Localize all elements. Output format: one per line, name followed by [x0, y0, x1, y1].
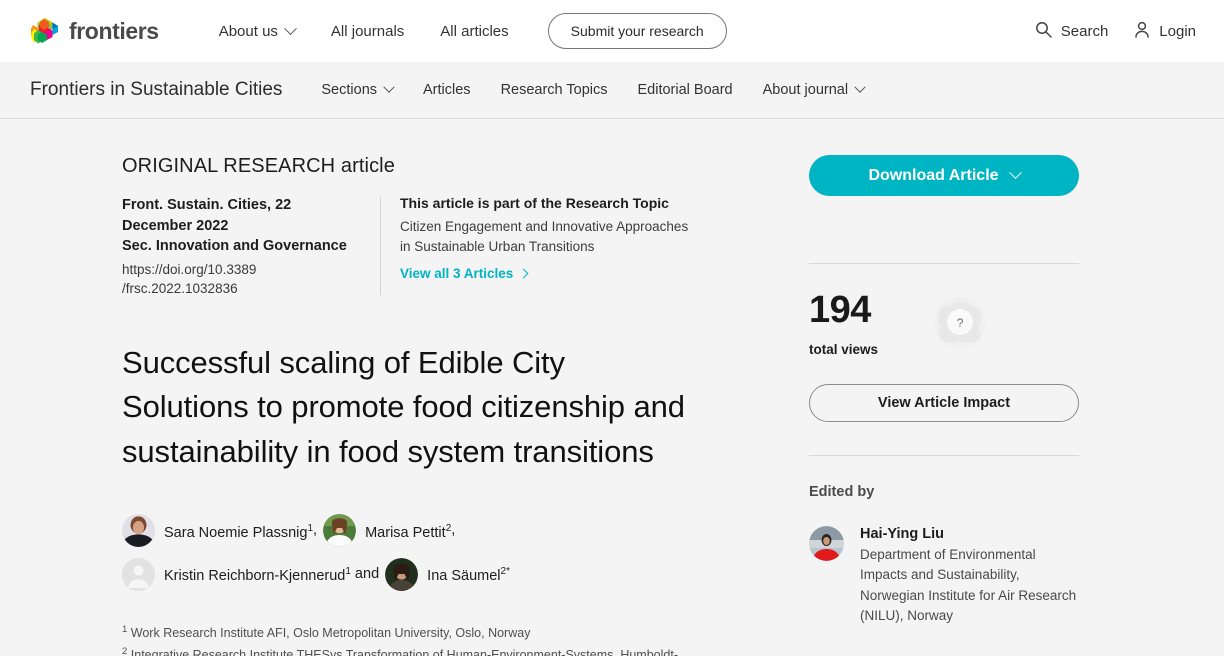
download-article-button[interactable]: Download Article [809, 155, 1079, 196]
citation-line-2: December 2022 [122, 217, 229, 234]
global-header: frontiers About us All journals All arti… [0, 0, 1224, 62]
journal-title[interactable]: Frontiers in Sustainable Cities [30, 79, 282, 101]
author-item: Kristin Reichborn-Kjennerud1 and [122, 557, 383, 591]
view-article-impact-button[interactable]: View Article Impact [809, 384, 1079, 422]
chevron-down-icon [284, 21, 297, 35]
article-doi-line-1[interactable]: https://doi.org/10.3389 [122, 260, 360, 280]
page-body: ORIGINAL RESEARCH article Front. Sustain… [0, 119, 1224, 656]
affiliation-item: 2 Integrative Research Institute THESys … [122, 644, 690, 656]
article-metrics-block: 194 total views ? [809, 291, 1079, 357]
affiliation-item: 1 Work Research Institute AFI, Oslo Metr… [122, 622, 690, 643]
nav-label: About us [218, 22, 278, 40]
author-name[interactable]: Kristin Reichborn-Kjennerud1 [164, 567, 351, 585]
search-icon [1035, 21, 1052, 42]
author-separator: , [451, 522, 456, 539]
author-separator: and [350, 566, 380, 583]
edited-by-label: Edited by [809, 484, 875, 500]
search-button[interactable]: Search [1035, 21, 1109, 42]
journal-nav-label: About journal [762, 82, 849, 98]
editor-avatar[interactable] [809, 526, 844, 561]
citation-section: Sec. Innovation and Governance [122, 238, 347, 255]
view-all-articles-link[interactable]: View all 3 Articles [400, 266, 529, 282]
affiliation-sup: 2 [122, 645, 128, 656]
journal-nav: Sections Articles Research Topics Editor… [306, 74, 879, 106]
author-name[interactable]: Sara Noemie Plassnig1 [164, 523, 313, 541]
article-doi-line-2[interactable]: /frsc.2022.1032836 [122, 279, 360, 299]
login-label: Login [1159, 22, 1196, 40]
author-name[interactable]: Marisa Pettit2 [365, 523, 451, 541]
login-button[interactable]: Login [1134, 21, 1196, 42]
author-list: Sara Noemie Plassnig1, Marisa Pettit2, K… [122, 509, 690, 597]
affiliation-text: Work Research Institute AFI, Oslo Metrop… [130, 626, 531, 641]
search-label: Search [1060, 22, 1109, 40]
citation-line-1: Front. Sustain. Cities, 22 [122, 197, 292, 213]
article-sidebar: Download Article 194 total views ? View … [710, 155, 1110, 656]
article-impact-swirl-icon[interactable]: ? [930, 293, 990, 353]
research-topic-block: This article is part of the Research Top… [381, 195, 690, 299]
avatar[interactable] [122, 514, 155, 548]
nav-label: All journals [330, 22, 405, 40]
article-meta-row: Front. Sustain. Cities, 22 December 2022… [122, 195, 690, 299]
affiliation-list: 1 Work Research Institute AFI, Oslo Metr… [122, 622, 690, 656]
nav-item-all-articles[interactable]: All articles [422, 15, 526, 48]
views-group: 194 total views [809, 291, 878, 357]
author-name[interactable]: Ina Säumel2* [427, 566, 510, 585]
submit-your-research-button[interactable]: Submit your research [547, 13, 727, 49]
nav-label: All articles [440, 22, 509, 40]
research-topic-name[interactable]: Citizen Engagement and Innovative Approa… [400, 217, 690, 256]
article-title: Successful scaling of Edible City Soluti… [122, 344, 685, 470]
download-article-label: Download Article [868, 166, 999, 184]
journal-nav-label: Sections [321, 82, 378, 98]
journal-nav-label: Research Topics [500, 82, 608, 98]
author-separator: , [313, 522, 318, 539]
article-type-label: ORIGINAL RESEARCH article [122, 155, 395, 177]
author-name-text: Kristin Reichborn-Kjennerud [164, 568, 346, 585]
author-name-text: Ina Säumel [427, 568, 501, 585]
impact-badge-question-mark: ? [956, 316, 964, 330]
frontiers-logo-link[interactable]: frontiers [30, 16, 159, 46]
nav-item-about-us[interactable]: About us [201, 15, 313, 48]
chevron-down-icon [854, 81, 866, 93]
journal-nav-item-editorial-board[interactable]: Editorial Board [623, 74, 748, 106]
article-main-column: ORIGINAL RESEARCH article Front. Sustain… [30, 155, 710, 656]
journal-nav-label: Articles [423, 82, 471, 98]
frontiers-flower-logo-icon [30, 16, 60, 46]
author-affil-sup: 2* [500, 566, 510, 578]
journal-nav-item-articles[interactable]: Articles [408, 74, 486, 106]
chevron-right-icon [518, 268, 529, 279]
author-name-text: Sara Noemie Plassnig [164, 524, 308, 541]
journal-nav-label: Editorial Board [637, 82, 733, 98]
research-topic-heading: This article is part of the Research Top… [400, 195, 669, 211]
journal-nav-item-research-topics[interactable]: Research Topics [486, 74, 623, 106]
journal-nav-item-about-journal[interactable]: About journal [748, 74, 879, 106]
affiliation-sup: 1 [122, 624, 128, 636]
sidebar-divider-2 [809, 455, 1079, 456]
chevron-down-icon [1008, 166, 1022, 180]
author-item: Ina Säumel2* [385, 557, 510, 591]
journal-nav-item-sections[interactable]: Sections [306, 74, 408, 106]
article-citation-block: Front. Sustain. Cities, 22 December 2022… [122, 195, 380, 299]
journal-nav-bar: Frontiers in Sustainable Cities Sections… [0, 62, 1224, 119]
brand-wordmark: frontiers [69, 17, 159, 44]
total-views-label: total views [809, 342, 879, 357]
nav-item-all-journals[interactable]: All journals [313, 15, 422, 48]
author-item: Sara Noemie Plassnig1, [122, 514, 321, 548]
editor-info: Hai-Ying Liu Department of Environmental… [860, 526, 1079, 626]
affiliation-text: Integrative Research Institute THESys Tr… [130, 647, 678, 656]
user-icon [1134, 21, 1150, 42]
editor-name[interactable]: Hai-Ying Liu [860, 526, 1079, 542]
view-all-articles-label: View all 3 Articles [400, 266, 514, 282]
avatar[interactable] [323, 514, 357, 548]
total-views-count: 194 [809, 289, 871, 331]
editor-affiliation: Department of Environmental Impacts and … [860, 547, 1077, 623]
header-utilities: Search Login [1035, 21, 1196, 42]
sidebar-divider [809, 263, 1079, 264]
avatar-placeholder[interactable] [122, 557, 155, 591]
author-name-text: Marisa Pettit [365, 524, 446, 541]
chevron-down-icon [383, 81, 395, 93]
avatar[interactable] [385, 557, 419, 591]
editor-item: Hai-Ying Liu Department of Environmental… [809, 526, 1079, 626]
primary-nav: About us All journals All articles Submi… [201, 13, 727, 49]
author-item: Marisa Pettit2, [323, 514, 456, 548]
